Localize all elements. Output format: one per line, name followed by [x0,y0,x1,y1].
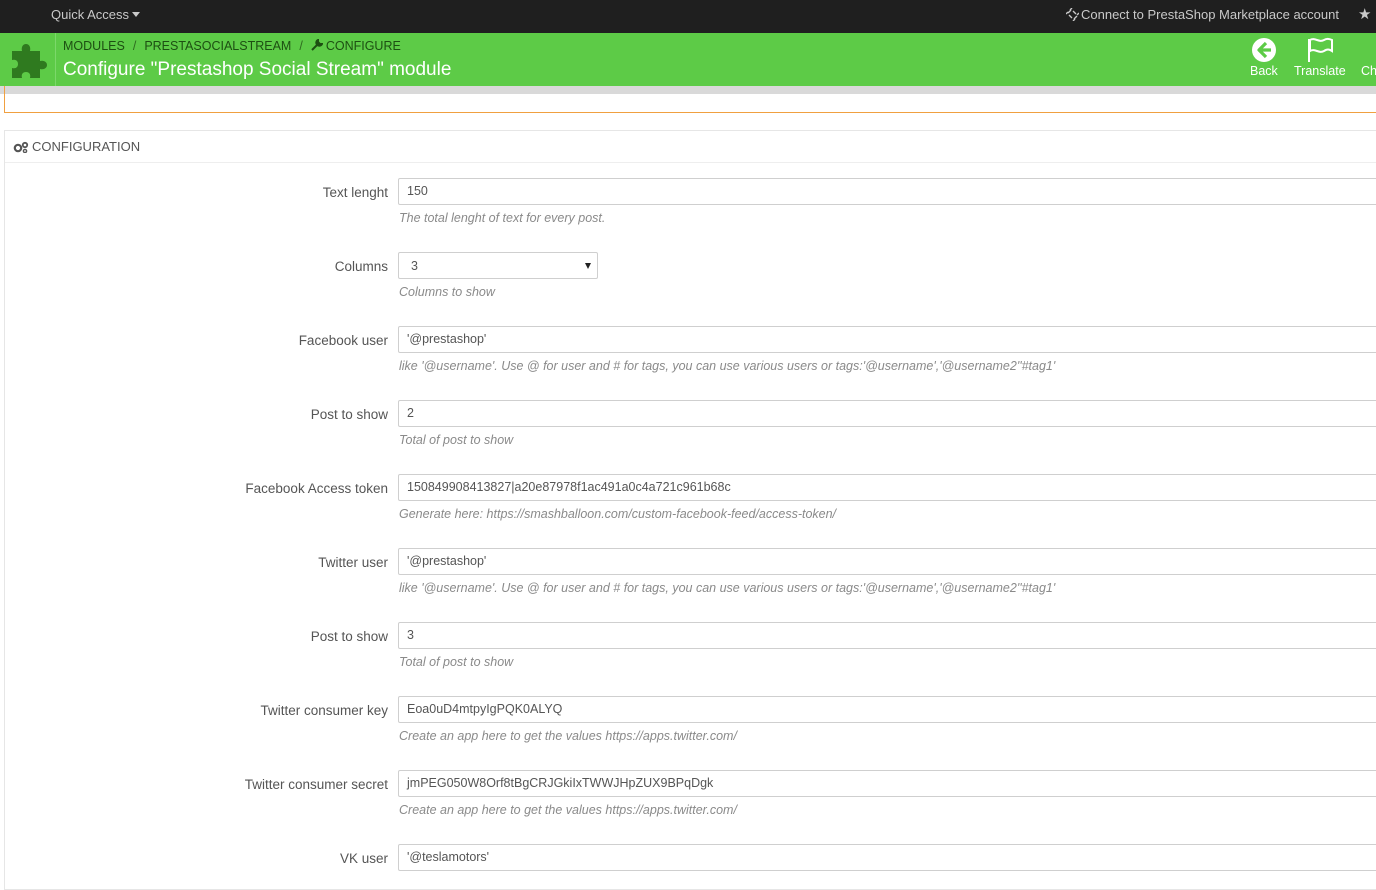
back-label: Back [1250,64,1278,78]
check-label: Ch [1361,64,1376,78]
twitter-user-input[interactable]: '@prestashop' [398,548,1376,575]
breadcrumb-modules[interactable]: MODULES [63,39,125,53]
translate-label: Translate [1294,64,1346,78]
twitter-consumer-key-input[interactable]: Eoa0uD4mtpyIgPQK0ALYQ [398,696,1376,723]
field-help: like '@username'. Use @ for user and # f… [399,359,1056,373]
field-help: Create an app here to get the values htt… [399,803,737,817]
translate-button[interactable]: Translate [1294,37,1346,78]
field-help: Total of post to show [399,655,514,669]
columns-select-value: 3 [411,259,418,273]
vk-user-input[interactable]: '@teslamotors' [398,844,1376,871]
select-arrow-icon [585,263,591,269]
field-label: Columns [334,259,388,274]
field-label: Post to show [310,629,388,644]
page-title: Configure "Prestashop Social Stream" mod… [63,59,452,80]
field-help: Create an app here to get the values htt… [399,729,737,743]
page-header: MODULES / PRESTASOCIALSTREAM / CONFIGURE Con… [0,33,1376,86]
connect-marketplace-link[interactable]: Connect to PrestaShop Marketplace accoun… [1065,7,1339,22]
cogs-icon [13,141,29,153]
connect-label: Connect to PrestaShop Marketplace accoun… [1081,7,1339,22]
field-label: Twitter consumer key [260,703,388,718]
flag-icon [1307,37,1333,62]
puzzle-icon [11,43,47,78]
module-logo [0,33,56,86]
field-label: Facebook user [298,333,388,348]
caret-down-icon [132,12,141,17]
star-icon[interactable]: ★ [1358,5,1371,23]
breadcrumb-configure: CONFIGURE [325,39,401,53]
breadcrumb-module[interactable]: PRESTASOCIALSTREAM [144,39,291,53]
wrench-icon [311,38,324,51]
arrow-left-circle-icon [1251,38,1276,62]
field-help: The total lenght of text for every post. [399,211,606,225]
back-button[interactable]: Back [1250,37,1278,78]
unlink-icon [1065,7,1080,22]
facebook-user-input[interactable]: '@prestashop' [398,326,1376,353]
field-label: Facebook Access token [245,481,388,496]
field-label: Text lenght [322,185,388,200]
field-help: Columns to show [399,285,495,299]
panel-heading: CONFIGURATION [5,131,1376,163]
field-label: Post to show [310,407,388,422]
panel-title: CONFIGURATION [32,139,141,154]
alert-box [4,86,1376,113]
columns-select[interactable]: 3 [398,252,598,279]
field-label: Twitter consumer secret [244,777,388,792]
twitter-post-count-input[interactable]: 3 [398,622,1376,649]
field-help: Total of post to show [399,433,514,447]
field-help: like '@username'. Use @ for user and # f… [399,581,1056,595]
field-label: VK user [339,851,388,866]
facebook-access-token-input[interactable]: 150849908413827|a20e87978f1ac491a0c4a721… [398,474,1376,501]
twitter-consumer-secret-input[interactable]: jmPEG050W8Orf8tBgCRJGkiIxTWWJHpZUX9BPqDg… [398,770,1376,797]
field-help: Generate here: https://smashballoon.com/… [399,507,837,521]
check-button[interactable]: Ch [1361,64,1376,78]
quick-access-label: Quick Access [51,7,130,22]
field-label: Twitter user [318,555,388,570]
quick-access-dropdown[interactable]: Quick Access [51,7,141,22]
text-length-input[interactable]: 150 [398,178,1376,205]
breadcrumb: MODULES / PRESTASOCIALSTREAM / CONFIGURE [63,38,401,53]
top-bar: Quick Access Connect to PrestaShop Marke… [0,0,1376,33]
facebook-post-count-input[interactable]: 2 [398,400,1376,427]
